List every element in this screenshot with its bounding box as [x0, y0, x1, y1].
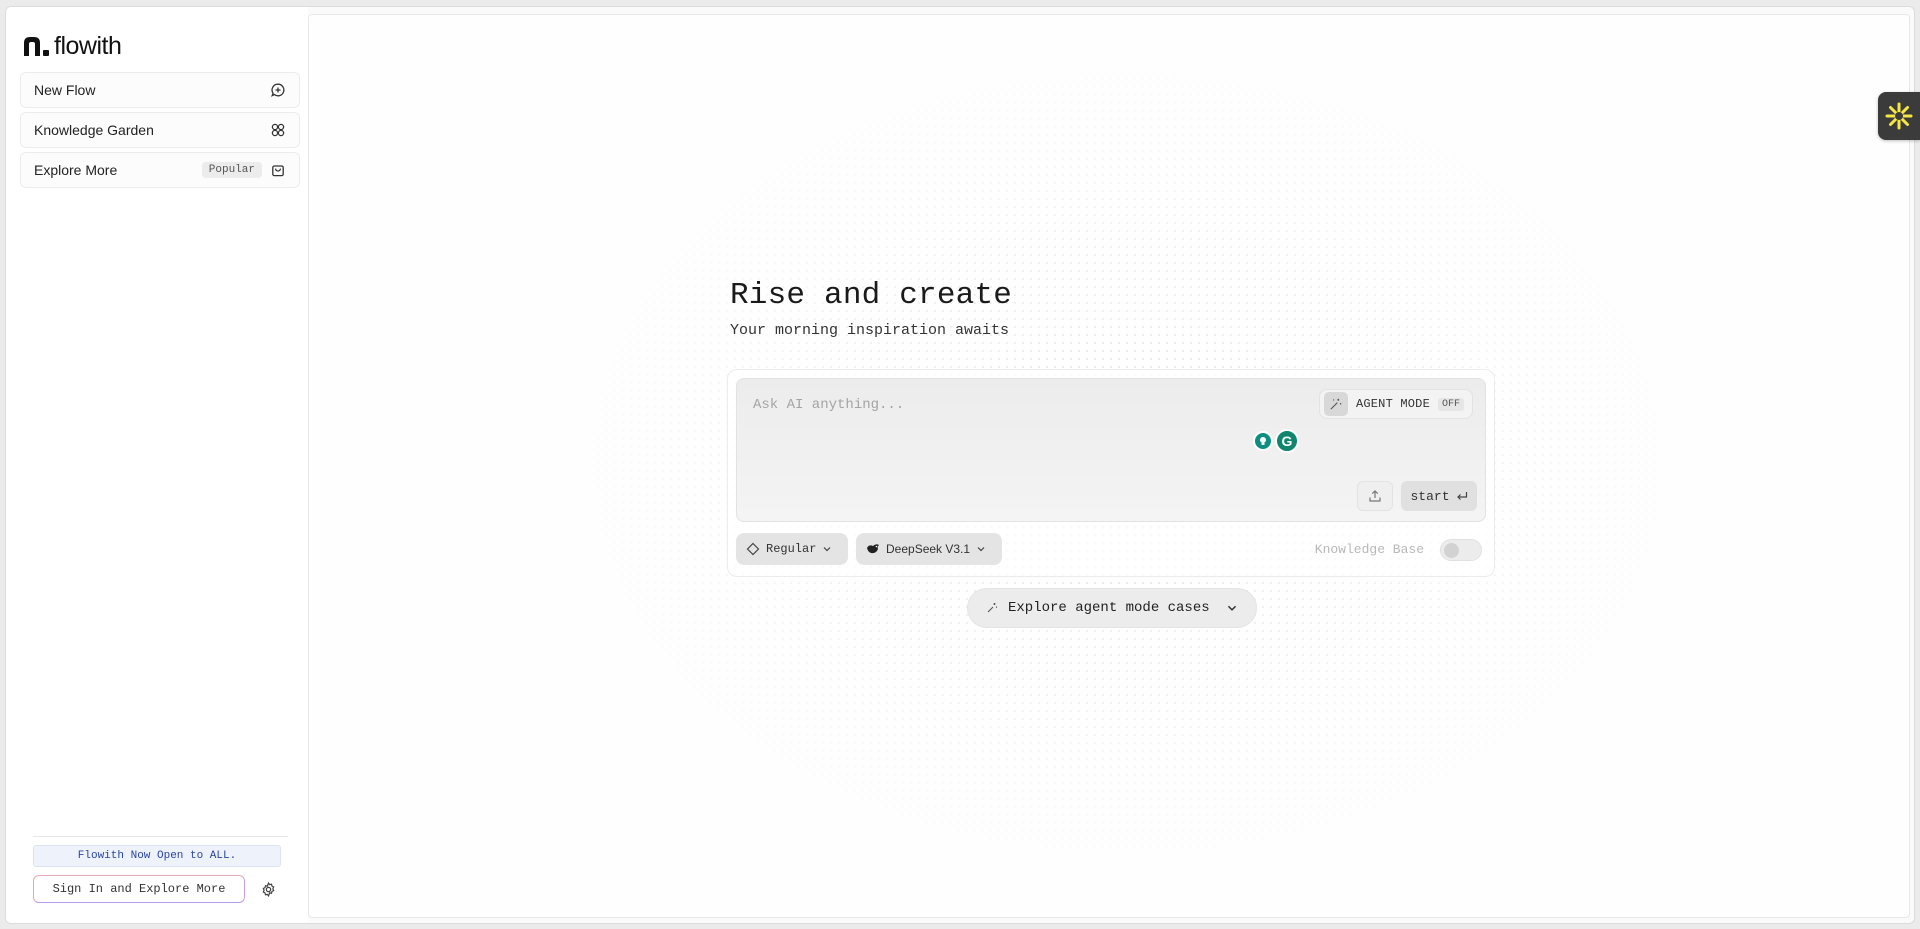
start-label: start	[1410, 488, 1450, 504]
divider	[33, 836, 288, 837]
knowledge-base-toggle[interactable]	[1440, 539, 1482, 561]
diamond-icon	[746, 542, 760, 556]
chevron-down-icon	[977, 547, 985, 552]
prompt-input[interactable]: Ask AI anything...	[753, 397, 904, 413]
hero: Rise and create Your morning inspiration…	[730, 278, 1012, 339]
model-label: DeepSeek V3.1	[886, 542, 971, 556]
deepseek-whale-icon	[867, 544, 879, 554]
app-logo[interactable]: flowith	[22, 31, 122, 61]
agent-mode-state: OFF	[1437, 397, 1464, 411]
explore-cases-label: Explore agent mode cases	[1008, 600, 1210, 616]
lightbulb-extension-icon[interactable]	[1253, 431, 1273, 451]
sparkle-wand-icon	[987, 603, 998, 613]
flowith-logo-icon	[22, 35, 50, 57]
toggle-knob	[1444, 543, 1459, 558]
bag-icon	[270, 162, 286, 178]
sidebar-item-explore-more[interactable]: Explore More Popular	[20, 152, 300, 188]
signin-row: Sign In and Explore More	[33, 875, 288, 903]
gear-icon[interactable]	[259, 880, 277, 898]
new-chat-icon	[270, 82, 286, 98]
upload-icon	[1369, 490, 1381, 502]
sign-in-button[interactable]: Sign In and Explore More	[33, 875, 245, 903]
page-title: Rise and create	[730, 278, 1013, 313]
sidebar-item-label: Explore More	[34, 162, 118, 178]
start-button[interactable]: start	[1401, 481, 1477, 511]
sidebar: flowith New Flow Knowledge Garden Explor…	[6, 7, 308, 923]
popular-badge: Popular	[201, 162, 262, 178]
magic-wand-icon	[1323, 392, 1348, 416]
browser-extension-icons: G	[1253, 429, 1299, 453]
mode-select[interactable]: Regular	[736, 533, 848, 565]
main-canvas: Rise and create Your morning inspiration…	[308, 14, 1910, 918]
chevron-down-icon	[823, 547, 831, 552]
agent-mode-toggle[interactable]: AGENT MODE OFF	[1318, 389, 1473, 419]
enter-icon	[1456, 492, 1467, 500]
knowledge-base-label: Knowledge Base	[1314, 542, 1424, 557]
sidebar-item-label: Knowledge Garden	[34, 122, 154, 138]
composer-card: Ask AI anything... AGENT MODE OFF G star…	[727, 369, 1495, 577]
garden-icon	[270, 122, 286, 138]
chevron-down-icon	[1227, 605, 1237, 611]
page-subtitle: Your morning inspiration awaits	[730, 322, 1010, 339]
floating-assistant-widget[interactable]	[1878, 92, 1920, 140]
mode-label: Regular	[766, 542, 817, 556]
asterisk-sparkle-icon	[1885, 102, 1913, 130]
announcement-banner[interactable]: Flowith Now Open to ALL.	[33, 845, 281, 867]
grammarly-icon[interactable]: G	[1275, 429, 1299, 453]
explore-agent-cases-button[interactable]: Explore agent mode cases	[967, 588, 1257, 628]
app-window: flowith New Flow Knowledge Garden Explor…	[5, 6, 1915, 924]
logo-text: flowith	[54, 31, 122, 60]
sidebar-item-knowledge-garden[interactable]: Knowledge Garden	[20, 112, 300, 148]
prompt-input-area[interactable]: Ask AI anything... AGENT MODE OFF G star…	[736, 378, 1486, 522]
upload-button[interactable]	[1357, 481, 1393, 511]
sidebar-item-label: New Flow	[34, 82, 96, 98]
sidebar-nav: New Flow Knowledge Garden Explore More P…	[20, 72, 300, 192]
sidebar-footer: Flowith Now Open to ALL. Sign In and Exp…	[33, 836, 288, 903]
sidebar-item-new-flow[interactable]: New Flow	[20, 72, 300, 108]
agent-mode-label: AGENT MODE	[1355, 397, 1430, 411]
model-select[interactable]: DeepSeek V3.1	[856, 533, 1002, 565]
